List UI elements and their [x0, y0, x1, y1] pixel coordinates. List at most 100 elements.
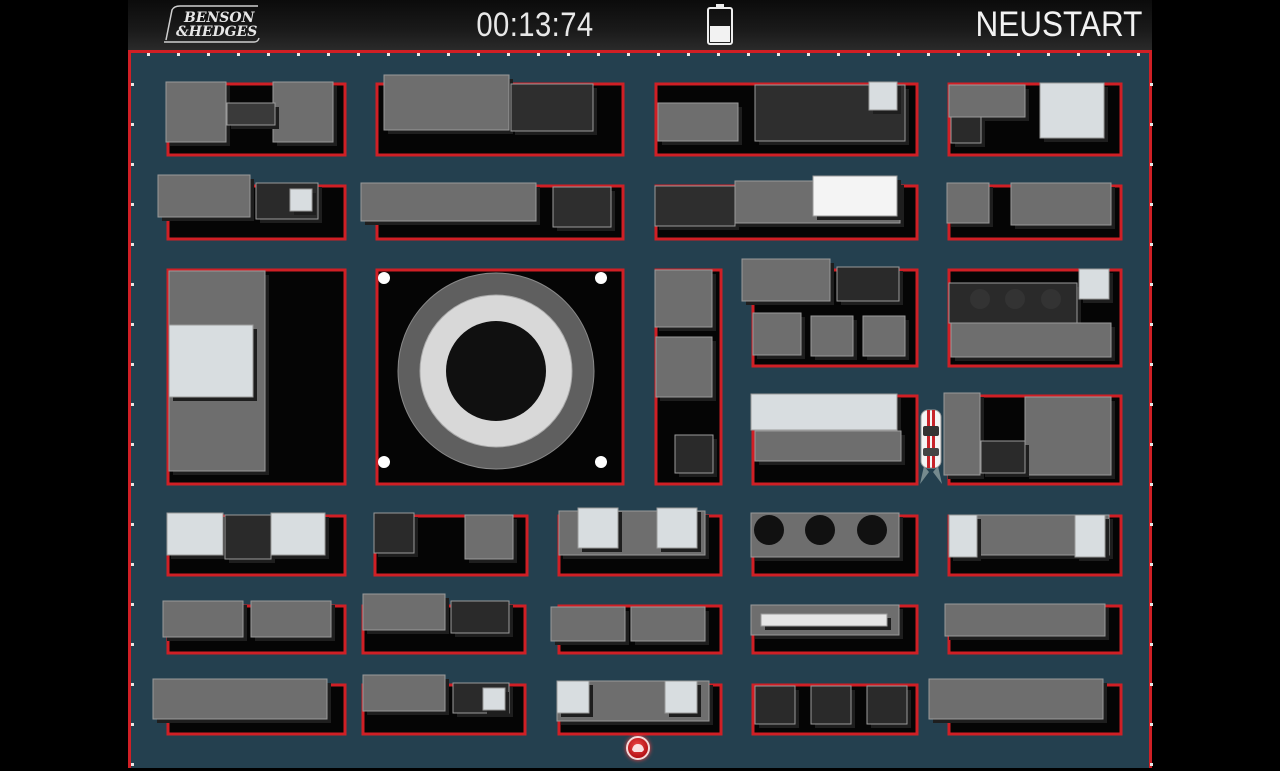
lane-marker: [957, 53, 960, 56]
rooftop: [950, 116, 982, 144]
lane-marker: [927, 53, 930, 56]
rooftop: [810, 685, 852, 725]
lane-marker: [131, 643, 134, 646]
rooftop: [289, 188, 313, 212]
lane-marker: [1150, 203, 1153, 206]
rooftop: [226, 102, 276, 126]
rooftop: [1078, 268, 1110, 300]
rooftop: [760, 613, 888, 627]
lane-marker: [447, 53, 450, 56]
rooftop: [168, 324, 254, 398]
rooftop: [482, 687, 506, 711]
lane-marker: [131, 323, 134, 326]
lane-marker: [507, 53, 510, 56]
lane-marker: [237, 53, 240, 56]
lane-marker: [177, 53, 180, 56]
game-board: [128, 50, 1153, 768]
rooftop: [950, 322, 1112, 358]
lane-marker: [537, 53, 540, 56]
rooftop: [948, 514, 978, 558]
lane-marker: [777, 53, 780, 56]
lane-marker: [1150, 363, 1153, 366]
rooftop: [741, 258, 831, 302]
spotlight: [595, 272, 607, 284]
rooftop: [552, 186, 612, 228]
vent: [1041, 289, 1061, 309]
rooftop: [362, 593, 446, 631]
rooftop: [162, 600, 244, 638]
lane-marker: [1150, 243, 1153, 246]
lane-marker: [131, 683, 134, 686]
rooftop: [157, 174, 251, 218]
lane-marker: [1150, 163, 1153, 166]
car-icon[interactable]: [916, 406, 946, 486]
rooftop: [1039, 82, 1105, 139]
rooftop: [630, 606, 706, 642]
vent: [1005, 289, 1025, 309]
rooftop: [866, 685, 908, 725]
lane-marker: [687, 53, 690, 56]
lane-marker: [131, 443, 134, 446]
lane-marker: [1150, 763, 1153, 766]
brand-line2: &HEDGES: [176, 24, 257, 40]
rooftop: [654, 269, 713, 328]
lane-marker: [131, 363, 134, 366]
timer: 00:13:74: [476, 6, 594, 44]
lane-marker: [567, 53, 570, 56]
rooftop: [944, 603, 1106, 637]
lane-marker: [1150, 483, 1153, 486]
lane-marker: [1150, 683, 1153, 686]
lane-marker: [987, 53, 990, 56]
spotlight: [595, 456, 607, 468]
vent: [857, 515, 887, 545]
lane-marker: [1150, 403, 1153, 406]
lane-marker: [1150, 283, 1153, 286]
lane-marker: [1150, 603, 1153, 606]
rooftop: [383, 74, 510, 131]
lane-marker: [1150, 523, 1153, 526]
rooftop: [868, 81, 898, 111]
lane-marker: [1137, 53, 1140, 56]
rooftop: [664, 680, 698, 714]
lane-marker: [131, 243, 134, 246]
rooftop: [550, 606, 626, 642]
lane-marker: [131, 603, 134, 606]
rooftop: [836, 266, 900, 302]
lane-marker: [327, 53, 330, 56]
lane-marker: [131, 123, 134, 126]
rooftop: [657, 102, 739, 142]
goal-marker-icon[interactable]: [626, 736, 650, 760]
lane-marker: [597, 53, 600, 56]
rooftop: [152, 678, 328, 720]
rooftop: [270, 512, 326, 556]
lane-marker: [1047, 53, 1050, 56]
lane-marker: [657, 53, 660, 56]
lane-marker: [1150, 443, 1153, 446]
lane-marker: [131, 763, 134, 766]
rooftop: [362, 674, 446, 712]
lane-marker: [1150, 123, 1153, 126]
lane-marker: [1150, 323, 1153, 326]
rooftop: [577, 507, 619, 549]
restart-button[interactable]: NEUSTART: [975, 4, 1142, 46]
rooftop: [948, 84, 1026, 118]
rooftop: [674, 434, 714, 474]
rooftop: [752, 312, 802, 356]
lane-marker: [1150, 643, 1153, 646]
lane-marker: [1107, 53, 1110, 56]
lane-marker: [807, 53, 810, 56]
rooftop: [812, 175, 898, 217]
lane-marker: [1077, 53, 1080, 56]
lane-marker: [1017, 53, 1020, 56]
rooftop: [943, 392, 981, 476]
brand-logo: BENSON &HEDGES: [162, 4, 262, 44]
lane-marker: [1150, 723, 1153, 726]
rooftop: [1074, 514, 1106, 558]
vent: [805, 515, 835, 545]
lane-marker: [477, 53, 480, 56]
rooftop: [862, 315, 906, 357]
lane-marker: [837, 53, 840, 56]
rooftop: [556, 680, 590, 714]
lane-marker: [717, 53, 720, 56]
lane-marker: [297, 53, 300, 56]
